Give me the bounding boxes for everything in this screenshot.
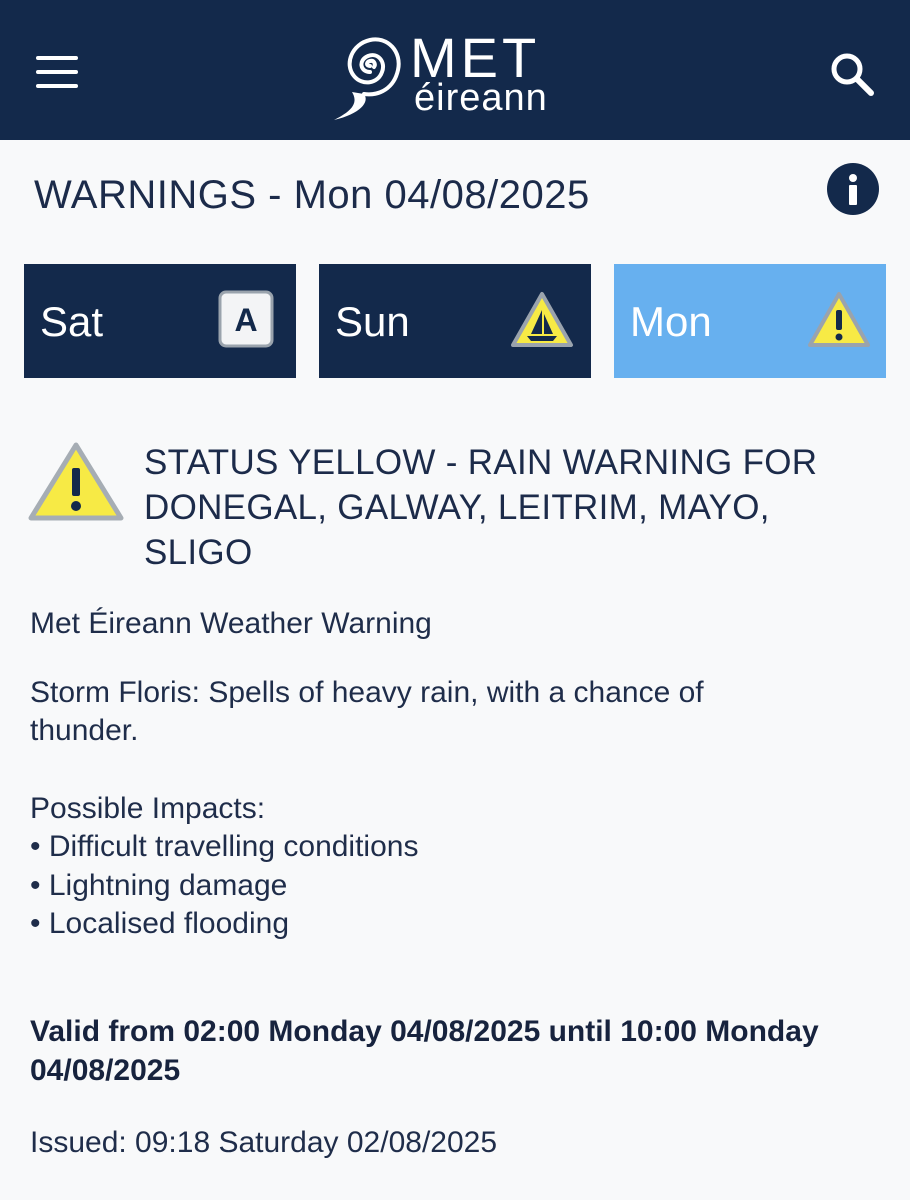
tab-label: Sat xyxy=(40,298,104,345)
warning-source: Met Éireann Weather Warning xyxy=(30,607,432,640)
impact-item: • Localised flooding xyxy=(30,907,290,940)
valid-period-line: 04/08/2025 xyxy=(30,1054,181,1087)
impact-item: • Difficult travelling conditions xyxy=(30,830,419,863)
status-a-icon: A xyxy=(218,290,274,348)
tab-label: Mon xyxy=(630,298,712,345)
yellow-warning-icon xyxy=(808,292,870,347)
svg-text:A: A xyxy=(234,302,257,338)
issued-timestamp: Issued: 09:18 Saturday 02/08/2025 xyxy=(30,1126,498,1159)
warning-title-line: STATUS YELLOW - RAIN WARNING FOR xyxy=(144,443,818,482)
impact-text: Lightning damage xyxy=(48,869,288,902)
top-app-bar: MET éireann xyxy=(0,0,910,140)
warning-description-line: Storm Floris: Spells of heavy rain, with… xyxy=(30,676,704,709)
tab-sun[interactable]: Sun xyxy=(319,264,591,378)
marine-warning-icon xyxy=(511,292,573,347)
warning-description-line: thunder. xyxy=(30,714,139,747)
swirl-logo-icon xyxy=(334,37,401,120)
impact-item: • Lightning damage xyxy=(30,869,288,902)
warning-triangle-icon xyxy=(28,442,124,521)
warning-title: STATUS YELLOW - RAIN WARNING FOR DONEGAL… xyxy=(144,440,884,575)
warning-title-line: SLIGO xyxy=(144,533,253,572)
tab-mon[interactable]: Mon xyxy=(614,264,886,378)
impact-text: Localised flooding xyxy=(48,907,290,940)
tab-sat[interactable]: Sat A xyxy=(24,264,296,378)
page-title: WARNINGS - Mon 04/08/2025 xyxy=(34,173,590,217)
search-icon[interactable] xyxy=(826,48,878,100)
warning-title-line: DONEGAL, GALWAY, LEITRIM, MAYO, xyxy=(144,488,770,527)
impacts-heading: Possible Impacts: xyxy=(30,792,266,825)
tab-label: Sun xyxy=(335,298,410,345)
logo-eireann-text: éireann xyxy=(414,77,548,119)
info-icon[interactable] xyxy=(826,162,880,216)
hamburger-menu-icon[interactable] xyxy=(34,54,80,90)
impact-text: Difficult travelling conditions xyxy=(48,830,419,863)
valid-period-line: Valid from 02:00 Monday 04/08/2025 until… xyxy=(30,1015,819,1048)
met-eireann-logo[interactable]: MET éireann xyxy=(330,20,590,124)
